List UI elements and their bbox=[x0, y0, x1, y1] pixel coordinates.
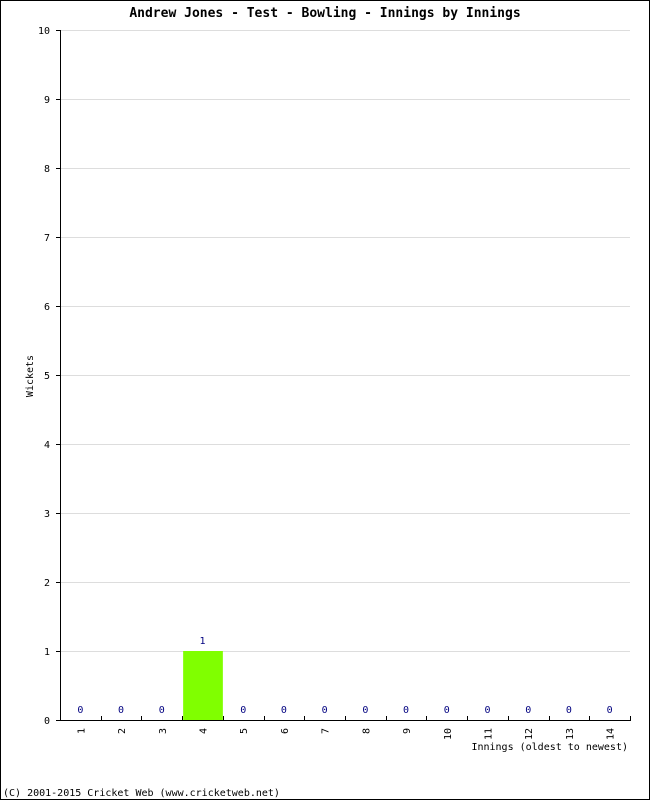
y-tick-label: 5 bbox=[44, 371, 50, 382]
data-label: 0 bbox=[322, 705, 328, 716]
x-tick-label: 1 bbox=[76, 728, 87, 734]
x-tick-label: 11 bbox=[484, 728, 495, 740]
chart-border bbox=[0, 0, 650, 800]
x-tick-label: 10 bbox=[443, 728, 454, 740]
x-tick-label: 7 bbox=[321, 728, 332, 734]
y-tick-label: 6 bbox=[44, 302, 50, 313]
x-tick-label: 4 bbox=[199, 728, 210, 734]
y-tick-label: 0 bbox=[44, 716, 50, 727]
data-label: 0 bbox=[159, 705, 165, 716]
bar-chart: Andrew Jones - Test - Bowling - Innings … bbox=[0, 0, 650, 800]
y-tick-label: 3 bbox=[44, 509, 50, 520]
chart-container: Andrew Jones - Test - Bowling - Innings … bbox=[0, 0, 650, 800]
data-label: 0 bbox=[362, 705, 368, 716]
data-label: 0 bbox=[566, 705, 572, 716]
data-label: 0 bbox=[484, 705, 490, 716]
y-tick-label: 9 bbox=[44, 95, 50, 106]
x-tick-label: 12 bbox=[524, 728, 535, 740]
y-tick-label: 10 bbox=[38, 26, 50, 37]
y-tick-label: 1 bbox=[44, 647, 50, 658]
data-label: 0 bbox=[444, 705, 450, 716]
chart-title: Andrew Jones - Test - Bowling - Innings … bbox=[129, 6, 520, 21]
y-tick-label: 7 bbox=[44, 233, 50, 244]
x-axis-label: Innings (oldest to newest) bbox=[471, 742, 628, 753]
data-label: 1 bbox=[199, 636, 205, 647]
y-tick-label: 8 bbox=[44, 164, 50, 175]
y-tick-label: 2 bbox=[44, 578, 50, 589]
x-tick-label: 6 bbox=[280, 728, 291, 734]
x-tick-label: 5 bbox=[239, 728, 250, 734]
data-label: 0 bbox=[607, 705, 613, 716]
bar bbox=[183, 651, 223, 720]
x-tick-label: 9 bbox=[402, 728, 413, 734]
x-tick-label: 2 bbox=[117, 728, 128, 734]
x-tick-label: 8 bbox=[361, 728, 372, 734]
x-tick-label: 14 bbox=[606, 728, 617, 740]
y-tick-label: 4 bbox=[44, 440, 50, 451]
x-tick-label: 3 bbox=[158, 728, 169, 734]
y-axis-label: Wickets bbox=[25, 355, 36, 397]
data-label: 0 bbox=[525, 705, 531, 716]
data-label: 0 bbox=[281, 705, 287, 716]
data-label: 0 bbox=[118, 705, 124, 716]
footer-copyright: (C) 2001-2015 Cricket Web (www.cricketwe… bbox=[3, 788, 280, 799]
x-tick-label: 13 bbox=[565, 728, 576, 740]
data-label: 0 bbox=[403, 705, 409, 716]
data-label: 0 bbox=[240, 705, 246, 716]
data-label: 0 bbox=[77, 705, 83, 716]
